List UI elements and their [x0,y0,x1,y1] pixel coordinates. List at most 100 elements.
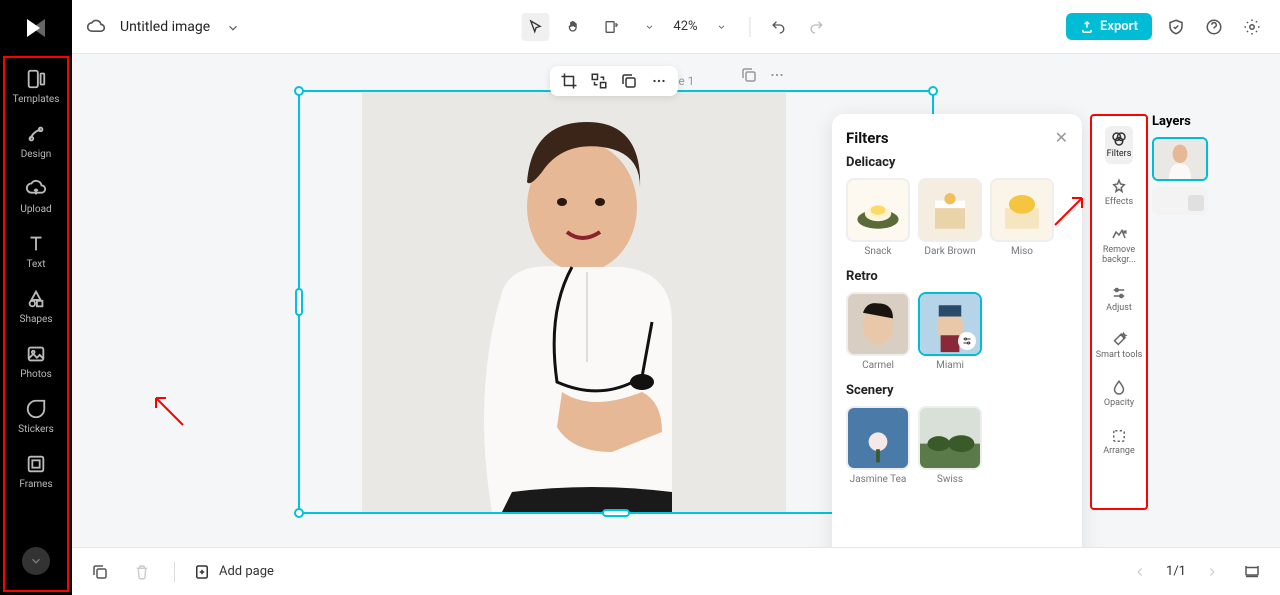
filter-thumb-darkbrown[interactable]: Dark Brown [918,178,982,257]
sidebar-item-label: Stickers [18,424,54,435]
prev-page-icon[interactable] [1126,558,1154,586]
add-page-button[interactable]: Add page [193,563,274,581]
rail-label: Filters [1107,150,1132,160]
sidebar-item-shapes[interactable]: Shapes [20,288,53,325]
rail-label: Opacity [1104,399,1134,409]
page-duplicate-icon[interactable] [740,66,758,84]
more-icon[interactable] [650,72,668,90]
selection-handle-tr[interactable] [928,86,938,96]
filter-category-label: Scenery [846,383,1068,398]
page-toolbar [740,66,786,84]
rail-item-effects[interactable]: Effects [1103,174,1135,212]
selection-handle-left[interactable] [295,288,303,316]
next-page-icon[interactable] [1198,558,1226,586]
effects-icon [1110,178,1128,196]
sidebar-item-design[interactable]: Design [21,123,52,160]
close-icon[interactable]: ✕ [1055,128,1068,147]
present-icon[interactable] [1238,558,1266,586]
right-rail: Filters Effects Remove backgr... Adjust … [1090,114,1148,510]
photos-icon [25,343,47,365]
sidebar-item-upload[interactable]: Upload [20,178,51,215]
resize-dropdown-icon[interactable] [635,13,663,41]
sidebar-item-templates[interactable]: Templates [13,68,60,105]
sidebar-item-label: Templates [13,94,60,105]
sidebar-item-label: Upload [20,204,51,215]
rail-item-arrange[interactable]: Arrange [1101,423,1137,461]
sidebar-item-text[interactable]: Text [25,233,47,270]
export-label: Export [1100,19,1138,34]
rail-item-filters[interactable]: Filters [1105,126,1134,164]
rail-item-adjust[interactable]: Adjust [1104,280,1134,318]
pages-icon[interactable] [86,558,114,586]
left-sidebar: Templates Design Upload Text Shapes Phot… [0,0,72,595]
sidebar-item-label: Design [21,149,52,160]
settings-icon[interactable] [1238,13,1266,41]
zoom-level[interactable]: 42% [673,19,697,34]
sidebar-item-label: Shapes [20,314,53,325]
undo-button[interactable] [765,13,793,41]
filter-thumb-miami[interactable]: Miami [918,292,982,371]
removebg-icon [1110,226,1128,244]
rail-item-smarttools[interactable]: Smart tools [1094,327,1145,365]
chevron-down-icon[interactable] [226,20,240,34]
sidebar-item-photos[interactable]: Photos [20,343,52,380]
resize-tool-button[interactable] [597,13,625,41]
rail-label: Smart tools [1096,351,1143,361]
duplicate-icon[interactable] [620,72,638,90]
opacity-icon [1110,379,1128,397]
filter-thumb-carmel[interactable]: Carmel [846,292,910,371]
sidebar-expand-button[interactable] [22,547,50,575]
sidebar-item-stickers[interactable]: Stickers [18,398,54,435]
cursor-tool-button[interactable] [521,13,549,41]
filter-label: Miso [1011,246,1033,257]
canvas-area[interactable]: Page 1 [72,54,1280,547]
filters-panel: Filters ✕ Delicacy Snack Dark Brown [832,114,1082,547]
sidebar-item-frames[interactable]: Frames [19,453,52,490]
rail-item-removebg[interactable]: Remove backgr... [1092,222,1146,270]
pagination: 1/1 [1166,564,1186,579]
filter-label: Snack [864,246,891,257]
sidebar-item-label: Frames [19,479,52,490]
sidebar-item-label: Photos [20,369,52,380]
image-icon [1188,195,1204,211]
filter-label: Carmel [862,360,894,371]
text-icon [25,233,47,255]
filter-category-label: Retro [846,269,1068,284]
filters-title: Filters [846,129,889,147]
selection-handle-bl[interactable] [294,508,304,518]
filter-label: Jasmine Tea [850,474,907,485]
cloud-sync-icon[interactable] [86,17,106,37]
replace-icon[interactable] [590,72,608,90]
filter-thumb-snack[interactable]: Snack [846,178,910,257]
add-page-label: Add page [219,564,274,579]
adjust-icon[interactable] [958,332,976,350]
frames-icon [25,453,47,475]
filter-thumb-jasminetea[interactable]: Jasmine Tea [846,406,910,485]
layer-thumb-active[interactable] [1152,137,1208,181]
hand-tool-button[interactable] [559,13,587,41]
upload-icon [25,178,47,200]
zoom-dropdown-icon[interactable] [708,13,736,41]
layer-thumb-bg[interactable] [1152,187,1208,215]
document-title[interactable]: Untitled image [120,19,210,35]
rail-label: Effects [1105,198,1133,208]
app-logo[interactable] [16,8,56,48]
filter-thumb-miso[interactable]: Miso [990,178,1054,257]
selection-handle-tl[interactable] [294,86,304,96]
crop-icon[interactable] [560,72,578,90]
selection-handle-bottom[interactable] [602,509,630,517]
help-icon[interactable] [1200,13,1228,41]
arrange-icon [1110,427,1128,445]
export-button[interactable]: Export [1066,13,1152,40]
filter-thumb-swiss[interactable]: Swiss [918,406,982,485]
rail-label: Remove backgr... [1094,246,1144,266]
layers-title: Layers [1152,114,1272,129]
page-more-icon[interactable] [768,66,786,84]
filters-icon [1110,130,1128,148]
redo-button[interactable] [803,13,831,41]
trash-icon[interactable] [128,558,156,586]
layers-panel: Layers [1152,114,1272,215]
shield-icon[interactable] [1162,13,1190,41]
rail-item-opacity[interactable]: Opacity [1102,375,1136,413]
annotation-arrow [148,390,188,430]
